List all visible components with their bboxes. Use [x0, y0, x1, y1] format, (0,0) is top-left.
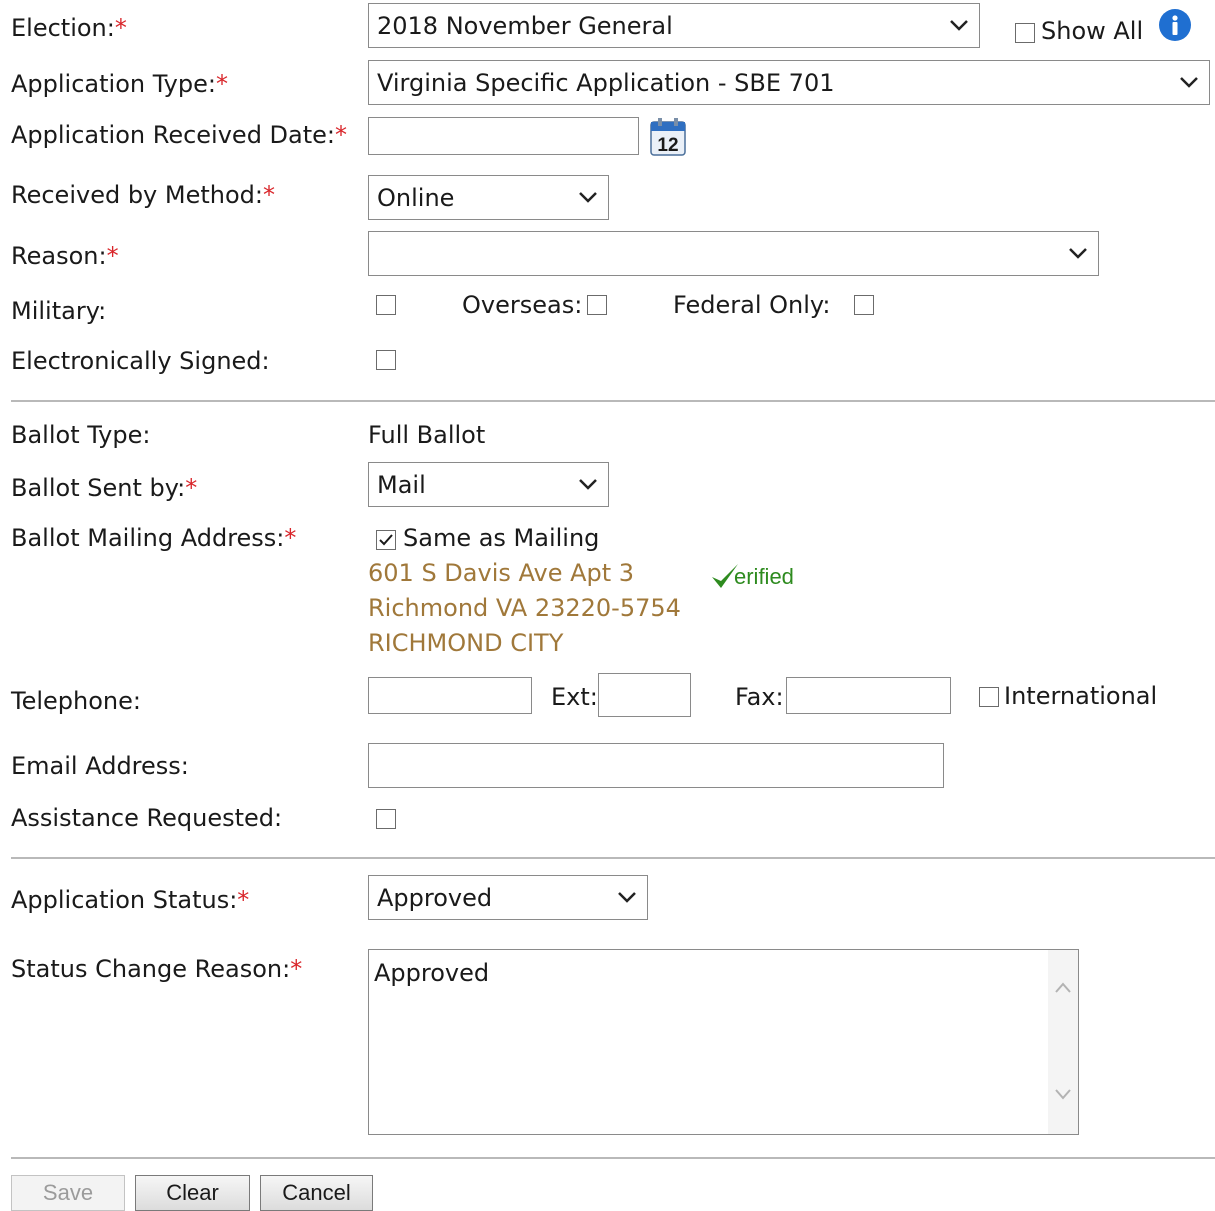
overseas-label: Overseas: — [462, 291, 583, 319]
international-label: International — [1004, 682, 1158, 710]
chevron-down-icon — [579, 478, 597, 490]
application-type-label: Application Type:* — [11, 70, 228, 98]
received-date-label: Application Received Date:* — [11, 121, 347, 149]
email-label: Email Address: — [11, 752, 189, 780]
federal-only-checkbox[interactable] — [854, 295, 874, 315]
chevron-down-icon — [579, 191, 597, 203]
ballot-type-value: Full Ballot — [368, 421, 486, 449]
verified-text: erified — [734, 564, 794, 589]
ext-input[interactable] — [598, 673, 691, 717]
ballot-sent-by-select[interactable]: Mail — [368, 462, 609, 507]
election-select-value: 2018 November General — [377, 11, 673, 40]
textarea-scrollbar[interactable] — [1048, 950, 1078, 1134]
chevron-down-icon — [618, 891, 636, 903]
application-status-label: Application Status:* — [11, 886, 250, 914]
overseas-checkbox[interactable] — [587, 295, 607, 315]
received-method-select[interactable]: Online — [368, 175, 609, 220]
federal-only-label: Federal Only: — [673, 291, 831, 319]
chevron-down-icon — [1069, 247, 1087, 259]
show-all-checkbox[interactable] — [1015, 23, 1035, 43]
international-checkbox[interactable] — [979, 687, 999, 707]
ext-label: Ext: — [551, 683, 598, 711]
election-select[interactable]: 2018 November General — [368, 3, 980, 48]
status-change-reason-textarea[interactable]: Approved — [368, 949, 1079, 1135]
checkmark-icon — [379, 534, 393, 546]
chevron-down-icon[interactable] — [1055, 1088, 1071, 1100]
address-line-2: Richmond VA 23220-5754 — [368, 594, 681, 622]
application-status-value: Approved — [377, 883, 493, 912]
calendar-day-text: 12 — [657, 135, 678, 156]
chevron-down-icon — [1180, 76, 1198, 88]
military-label: Military: — [11, 297, 107, 325]
save-button[interactable]: Save — [11, 1175, 125, 1211]
section-divider — [11, 400, 1215, 402]
ballot-sent-by-label: Ballot Sent by:* — [11, 474, 198, 502]
ballot-type-label: Ballot Type: — [11, 421, 151, 449]
reason-select[interactable] — [368, 231, 1099, 276]
ballot-mailing-address-label: Ballot Mailing Address:* — [11, 524, 297, 552]
status-change-reason-label: Status Change Reason:* — [11, 955, 303, 983]
assistance-checkbox[interactable] — [376, 809, 396, 829]
section-divider — [11, 857, 1215, 859]
clear-button[interactable]: Clear — [135, 1175, 250, 1211]
cancel-button[interactable]: Cancel — [260, 1175, 373, 1211]
email-input[interactable] — [368, 743, 944, 788]
electronically-signed-checkbox[interactable] — [376, 350, 396, 370]
telephone-input[interactable] — [368, 677, 532, 714]
chevron-up-icon[interactable] — [1055, 982, 1071, 994]
reason-label: Reason:* — [11, 242, 119, 270]
address-line-3: RICHMOND CITY — [368, 629, 564, 657]
received-method-value: Online — [377, 183, 455, 212]
application-type-value: Virginia Specific Application - SBE 701 — [377, 68, 835, 97]
address-line-1: 601 S Davis Ave Apt 3 — [368, 559, 635, 587]
fax-label: Fax: — [735, 683, 784, 711]
status-change-reason-text: Approved — [374, 959, 490, 987]
assistance-label: Assistance Requested: — [11, 804, 283, 832]
chevron-down-icon — [950, 19, 968, 31]
same-as-mailing-label: Same as Mailing — [403, 524, 600, 552]
received-method-label: Received by Method:* — [11, 181, 275, 209]
calendar-icon[interactable]: 12 — [650, 118, 686, 156]
same-as-mailing-checkbox[interactable] — [376, 530, 396, 550]
electronically-signed-label: Electronically Signed: — [11, 347, 270, 375]
ballot-sent-by-value: Mail — [377, 470, 426, 499]
fax-input[interactable] — [786, 677, 951, 714]
election-label: Election:* — [11, 14, 127, 42]
show-all-label: Show All — [1041, 17, 1144, 45]
military-checkbox[interactable] — [376, 295, 396, 315]
info-icon[interactable] — [1158, 8, 1192, 42]
telephone-label: Telephone: — [11, 687, 141, 715]
application-status-select[interactable]: Approved — [368, 875, 648, 920]
application-type-select[interactable]: Virginia Specific Application - SBE 701 — [368, 60, 1210, 105]
received-date-input[interactable] — [368, 117, 639, 155]
section-divider — [11, 1157, 1215, 1159]
